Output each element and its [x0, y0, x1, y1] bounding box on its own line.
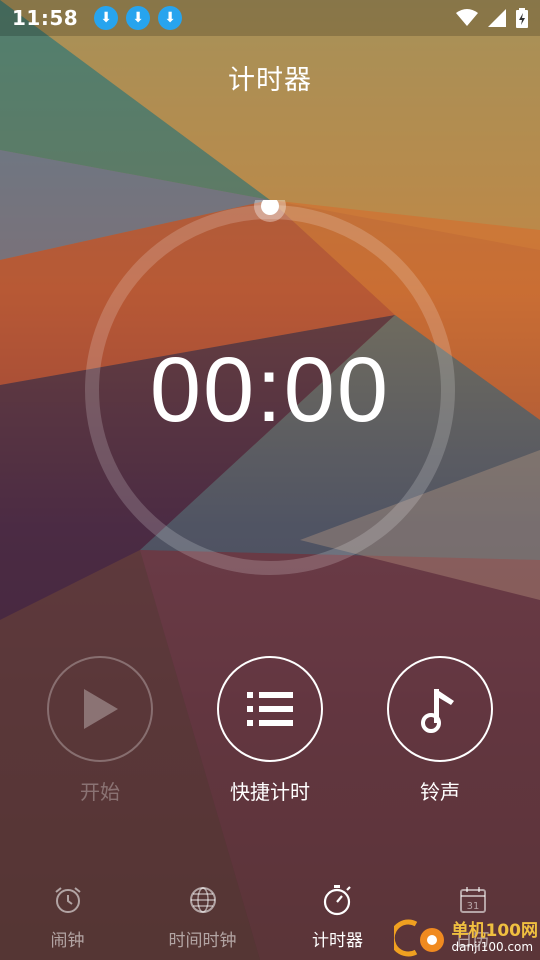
nav-item-timer[interactable]: 计时器	[270, 876, 405, 960]
stopwatch-icon	[323, 885, 351, 916]
quick-timer-circle	[217, 656, 323, 762]
ringtone-button[interactable]: 铃声	[385, 656, 495, 805]
wifi-icon	[456, 9, 478, 26]
alarm-clock-icon	[54, 887, 81, 913]
start-button-circle	[47, 656, 153, 762]
signal-icon	[488, 9, 506, 27]
nav-item-alarm[interactable]: 闹钟	[0, 876, 135, 960]
watermark-logo-icon	[393, 919, 444, 957]
watermark-sub-text: danji100.com	[451, 939, 534, 954]
download-icon: ⬇	[126, 6, 151, 30]
start-button[interactable]: 开始	[45, 656, 155, 805]
ringtone-circle	[387, 656, 493, 762]
globe-icon	[189, 887, 216, 913]
status-bar: 11:58 ⬇ ⬇ ⬇	[0, 0, 540, 36]
svg-text:31: 31	[466, 901, 479, 912]
site-watermark: 单机100网 danji100.com	[393, 918, 539, 958]
page-title: 计时器	[228, 65, 312, 96]
list-icon	[247, 692, 293, 726]
calendar-icon: 31	[459, 887, 486, 913]
nav-item-world-clock[interactable]: 时间时钟	[135, 876, 270, 960]
nav-label-alarm: 闹钟	[50, 931, 85, 951]
ringtone-label: 铃声	[420, 780, 460, 804]
watermark-main-text: 单机100网	[451, 920, 539, 941]
start-button-label: 开始	[80, 780, 120, 804]
timer-display: 00:00	[149, 339, 391, 441]
quick-timer-button[interactable]: 快捷计时	[215, 656, 325, 805]
quick-timer-label: 快捷计时	[230, 780, 310, 804]
timer-actions: 开始 快捷计时 铃声	[0, 656, 540, 816]
music-note-icon	[421, 689, 454, 733]
download-icon: ⬇	[94, 6, 119, 30]
nav-label-timer: 计时器	[312, 931, 363, 951]
nav-label-world-clock: 时间时钟	[168, 931, 237, 951]
download-icon: ⬇	[158, 6, 183, 30]
play-icon	[84, 689, 118, 729]
status-time: 11:58	[12, 6, 79, 30]
battery-charging-icon	[516, 8, 528, 28]
